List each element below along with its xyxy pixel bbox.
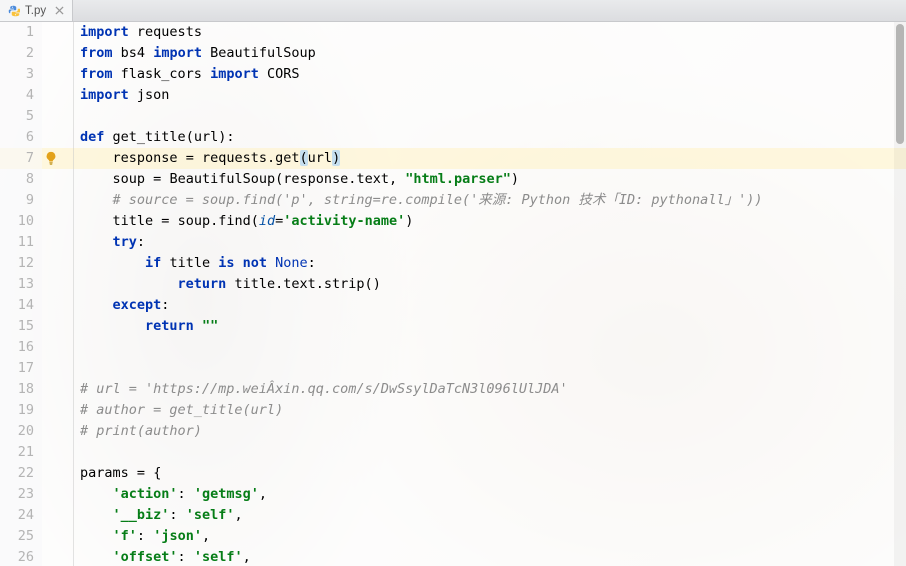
code-line[interactable] <box>80 358 906 379</box>
code-line[interactable]: 'offset': 'self', <box>80 547 906 566</box>
line-number: 10 <box>0 211 34 232</box>
code-line[interactable]: return "" <box>80 316 906 337</box>
line-number: 11 <box>0 232 34 253</box>
line-number: 8 <box>0 169 34 190</box>
line-number: 12 <box>0 253 34 274</box>
code-line[interactable]: # url = 'https://mp.weiÂxin.qq.com/s/DwS… <box>80 379 906 400</box>
annotation-column <box>42 22 64 566</box>
code-line[interactable] <box>80 337 906 358</box>
line-number: 5 <box>0 106 34 127</box>
code-line[interactable]: # author = get_title(url) <box>80 400 906 421</box>
line-number: 3 <box>0 64 34 85</box>
code-line[interactable]: except: <box>80 295 906 316</box>
code-line[interactable]: title = soup.find(id='activity-name') <box>80 211 906 232</box>
python-file-icon <box>8 5 20 17</box>
tab-filename: T.py <box>25 5 46 17</box>
close-icon[interactable] <box>55 6 64 15</box>
code-line[interactable]: # source = soup.find('p', string=re.comp… <box>80 190 906 211</box>
line-number: 21 <box>0 442 34 463</box>
code-line[interactable]: def get_title(url): <box>80 127 906 148</box>
line-number: 6 <box>0 127 34 148</box>
line-number: 9 <box>0 190 34 211</box>
lightbulb-icon[interactable] <box>44 151 58 165</box>
line-number: 26 <box>0 547 34 566</box>
code-line[interactable]: from flask_cors import CORS <box>80 64 906 85</box>
line-number: 14 <box>0 295 34 316</box>
line-number: 25 <box>0 526 34 547</box>
code-line[interactable] <box>80 106 906 127</box>
code-line[interactable] <box>80 442 906 463</box>
line-number: 16 <box>0 337 34 358</box>
fold-column <box>64 22 74 566</box>
line-number: 19 <box>0 400 34 421</box>
code-line[interactable]: # print(author) <box>80 421 906 442</box>
line-number: 13 <box>0 274 34 295</box>
line-number: 23 <box>0 484 34 505</box>
line-number: 17 <box>0 358 34 379</box>
code-line[interactable]: 'action': 'getmsg', <box>80 484 906 505</box>
code-line[interactable]: try: <box>80 232 906 253</box>
line-number: 2 <box>0 43 34 64</box>
tab-file[interactable]: T.py <box>0 0 73 21</box>
code-line[interactable]: response = requests.get(url) <box>80 148 906 169</box>
code-line[interactable]: return title.text.strip() <box>80 274 906 295</box>
line-number: 1 <box>0 22 34 43</box>
code-line[interactable]: import requests <box>80 22 906 43</box>
line-number: 20 <box>0 421 34 442</box>
code-editor[interactable]: 1234567891011121314151617181920212223242… <box>0 22 906 566</box>
tab-bar: T.py <box>0 0 906 22</box>
code-line[interactable]: if title is not None: <box>80 253 906 274</box>
line-number: 24 <box>0 505 34 526</box>
line-number: 7 <box>0 148 34 169</box>
line-number: 15 <box>0 316 34 337</box>
vertical-scrollbar[interactable] <box>894 22 906 566</box>
code-lines[interactable]: import requestsfrom bs4 import Beautiful… <box>74 22 906 566</box>
line-number: 18 <box>0 379 34 400</box>
line-number: 4 <box>0 85 34 106</box>
line-number: 22 <box>0 463 34 484</box>
code-line[interactable]: import json <box>80 85 906 106</box>
scrollbar-thumb[interactable] <box>896 24 904 144</box>
code-line[interactable]: '__biz': 'self', <box>80 505 906 526</box>
code-line[interactable]: params = { <box>80 463 906 484</box>
code-line[interactable]: 'f': 'json', <box>80 526 906 547</box>
code-line[interactable]: soup = BeautifulSoup(response.text, "htm… <box>80 169 906 190</box>
code-line[interactable]: from bs4 import BeautifulSoup <box>80 43 906 64</box>
line-number-gutter: 1234567891011121314151617181920212223242… <box>0 22 42 566</box>
